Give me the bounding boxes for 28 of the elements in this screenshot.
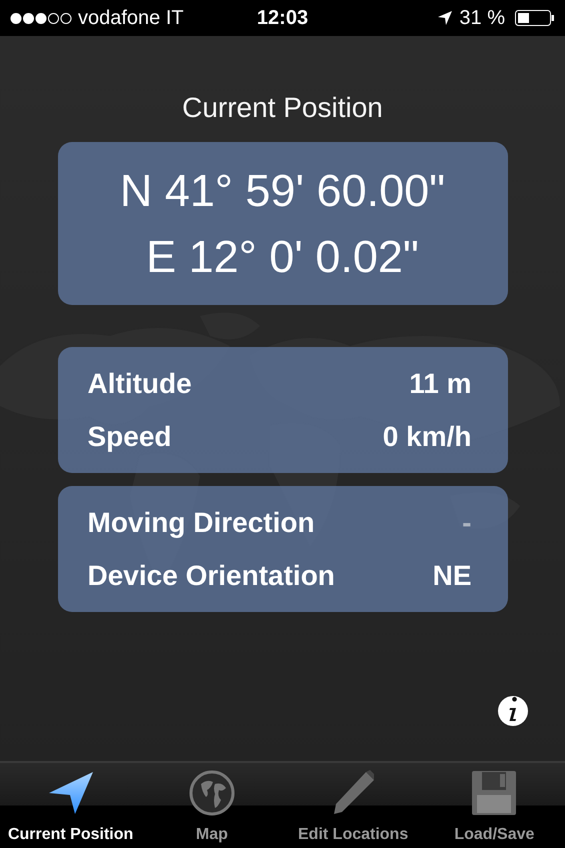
field-value: 0 km/h — [382, 420, 472, 452]
tab-item[interactable]: Map — [141, 763, 282, 848]
signal-icon — [10, 12, 72, 24]
tab-label[interactable]: Map — [196, 826, 228, 844]
tab-item[interactable]: Load/Save — [424, 763, 565, 848]
field-label: Altitude — [88, 368, 192, 400]
field-label: Moving Direction — [88, 506, 315, 538]
tab-label[interactable]: Current Position — [8, 826, 134, 844]
navigation-arrow-icon — [48, 771, 94, 815]
tab-item[interactable]: Current Position — [0, 763, 142, 848]
tab-item[interactable]: Edit Locations — [282, 763, 424, 848]
globe-icon — [188, 770, 235, 816]
screen-title: Current Position — [182, 92, 383, 124]
field-label: Device Orientation — [88, 560, 335, 592]
status-time: 12:03 — [256, 6, 310, 30]
battery-percent: 31 % — [459, 6, 505, 30]
tab-label[interactable]: Edit Locations — [298, 826, 408, 844]
field-value: 11 m — [409, 368, 472, 400]
info-icon[interactable] — [497, 695, 529, 727]
tab-label[interactable]: Load/Save — [454, 826, 534, 844]
coordinate-text: N 41° 59' 60.00" — [120, 164, 446, 216]
field-value: NE — [432, 560, 472, 592]
coordinate-text: E 12° 0' 0.02" — [146, 230, 419, 282]
location-arrow-icon — [437, 10, 454, 26]
field-label: Speed — [88, 420, 172, 452]
carrier-name: vodafone IT — [78, 6, 184, 30]
battery-icon — [515, 10, 555, 26]
field-value: - — [462, 506, 472, 538]
